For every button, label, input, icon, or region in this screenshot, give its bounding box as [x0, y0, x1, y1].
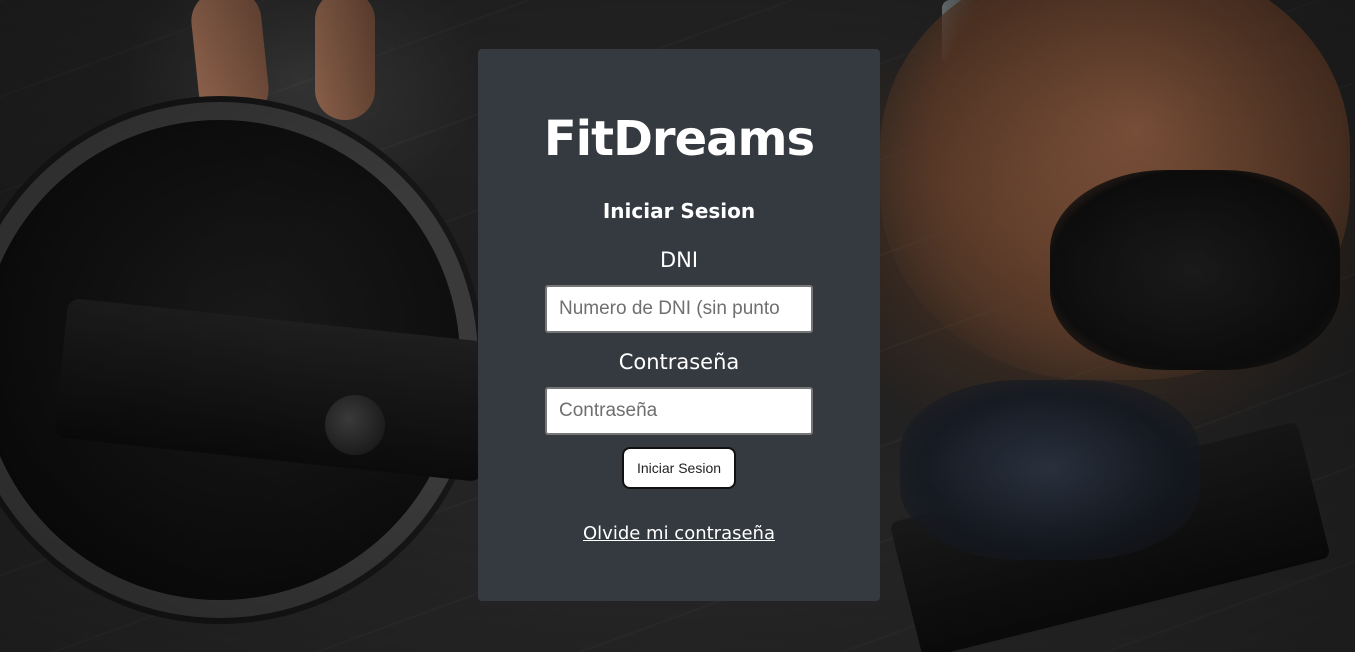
password-label: Contraseña: [618, 350, 740, 374]
login-title: Iniciar Sesion: [602, 199, 756, 223]
forgot-password-link[interactable]: Olvide mi contraseña: [478, 523, 880, 545]
login-button[interactable]: Iniciar Sesion: [622, 447, 736, 489]
password-input[interactable]: [545, 387, 813, 435]
login-page: FitDreams Iniciar Sesion DNI Contraseña …: [0, 0, 1355, 652]
dni-label: DNI: [659, 248, 699, 272]
login-card: FitDreams Iniciar Sesion DNI Contraseña …: [478, 49, 880, 601]
brand-title: FitDreams: [543, 111, 815, 167]
dni-input[interactable]: [545, 285, 813, 333]
